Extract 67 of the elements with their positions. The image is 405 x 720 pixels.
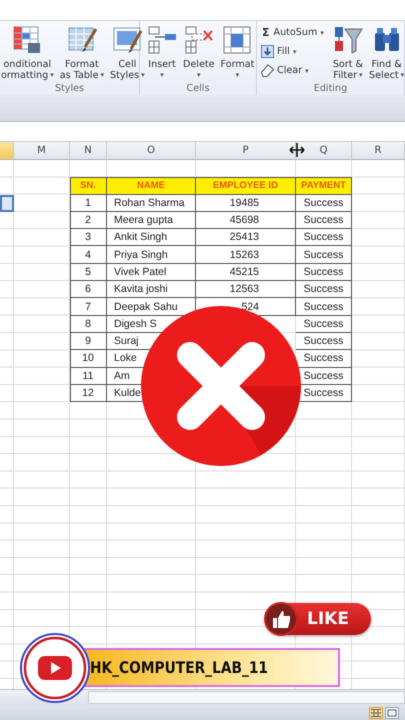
button-label: Insert bbox=[148, 59, 176, 70]
button-label: Select bbox=[369, 70, 399, 81]
table-cell: Success bbox=[296, 298, 352, 316]
table-cell: 2 bbox=[70, 212, 107, 230]
button-label: Filter bbox=[333, 70, 358, 81]
button-label: Styles bbox=[110, 70, 140, 81]
column-header[interactable]: Q bbox=[296, 142, 352, 160]
table-cell: Vivek Patel bbox=[107, 264, 196, 282]
table-cell: Success bbox=[296, 229, 352, 246]
table-cell: Success bbox=[296, 212, 352, 230]
column-header[interactable]: O bbox=[107, 142, 196, 160]
column-heading: SN. bbox=[70, 177, 107, 195]
group-label: Cells bbox=[186, 83, 210, 95]
table-cell: Success bbox=[296, 316, 352, 333]
column-header[interactable]: N bbox=[70, 142, 107, 160]
table-cell: Success bbox=[296, 194, 352, 212]
group-label: Editing bbox=[314, 83, 348, 95]
table-cell: Success bbox=[296, 332, 352, 350]
button-label: Find & bbox=[372, 59, 402, 70]
table-cell: Success bbox=[296, 264, 352, 282]
table-cell: 45698 bbox=[196, 212, 296, 230]
table-cell: 6 bbox=[70, 281, 107, 298]
channel-name: HK_COMPUTER_LAB_11 bbox=[90, 658, 268, 677]
table-cell: 12563 bbox=[196, 281, 296, 298]
table-cell: Ankit Singh bbox=[107, 229, 196, 246]
table-cell: Kavita joshi bbox=[107, 281, 196, 298]
table-cell: 3 bbox=[70, 229, 107, 246]
column-heading: NAME bbox=[107, 177, 196, 195]
button-label: Cell bbox=[118, 59, 136, 70]
button-label: Fill bbox=[277, 46, 290, 57]
table-cell: 19485 bbox=[196, 194, 296, 212]
table-cell: 10 bbox=[70, 350, 107, 368]
sum-icon: Σ bbox=[261, 26, 271, 39]
table-cell: 11 bbox=[70, 368, 107, 385]
group-label: Styles bbox=[54, 83, 84, 95]
table-cell: 4 bbox=[70, 246, 107, 264]
table-cell: 15263 bbox=[196, 246, 296, 264]
button-label: Sort & bbox=[332, 59, 364, 70]
table-cell: Meera gupta bbox=[107, 212, 196, 230]
like-label: LIKE bbox=[307, 609, 349, 629]
button-label: Format bbox=[64, 59, 99, 70]
button-label: Clear bbox=[277, 65, 302, 76]
table-cell: 5 bbox=[70, 264, 107, 282]
table-cell: Success bbox=[296, 281, 352, 298]
column-heading: PAYMENT bbox=[296, 177, 352, 195]
table-cell: Rohan Sharma bbox=[107, 194, 196, 212]
button-label: as Table bbox=[60, 70, 98, 81]
table-cell: Success bbox=[296, 350, 352, 368]
table-cell: 1 bbox=[70, 194, 107, 212]
table-cell: 7 bbox=[70, 298, 107, 316]
button-label: Delete bbox=[183, 59, 215, 70]
table-cell: 45215 bbox=[196, 264, 296, 282]
column-header[interactable]: R bbox=[352, 142, 405, 160]
table-cell: 25413 bbox=[196, 229, 296, 246]
column-header[interactable]: P bbox=[196, 142, 296, 160]
button-label: ormatting bbox=[1, 70, 48, 81]
button-label: Format bbox=[220, 59, 254, 70]
button-label: onditional bbox=[4, 59, 52, 70]
table-cell: Success bbox=[296, 246, 352, 264]
table-cell: 9 bbox=[70, 332, 107, 350]
column-header[interactable]: M bbox=[14, 142, 70, 160]
table-cell: 8 bbox=[70, 316, 107, 333]
column-heading: EMPLOYEE ID bbox=[196, 177, 296, 195]
button-label: AutoSum bbox=[274, 27, 318, 38]
table-cell: Priya Singh bbox=[107, 246, 196, 264]
table-cell: Deepak Sahu bbox=[107, 298, 196, 316]
table-cell: 12 bbox=[70, 384, 107, 402]
